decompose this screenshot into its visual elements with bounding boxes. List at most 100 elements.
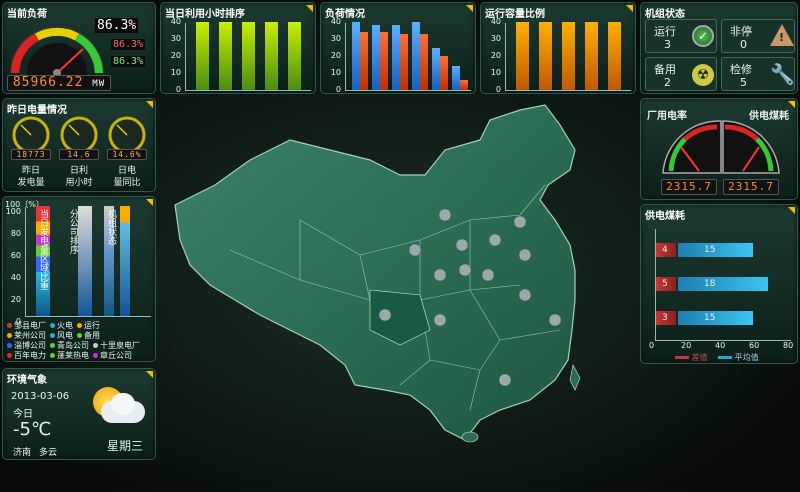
tick-label: 30 — [330, 34, 341, 43]
hours-bar[interactable] — [219, 22, 232, 90]
tick-label: 20 — [681, 341, 692, 350]
load-bar-blue[interactable] — [372, 25, 380, 90]
legend-item: 十里泉电厂 — [93, 341, 140, 350]
capacity-bar[interactable] — [608, 22, 621, 90]
tick-label: 40 — [10, 273, 21, 282]
coal-avg-bar: 18 — [678, 277, 768, 291]
hours-bar[interactable] — [242, 22, 255, 90]
status-label: 非停 — [730, 25, 752, 38]
plant-rate-value: 2315.7 — [661, 179, 717, 195]
load-bar-orange[interactable] — [360, 32, 368, 90]
tick-label: 20 — [10, 295, 21, 304]
panel-corner-icon[interactable] — [626, 5, 633, 12]
load-bar-blue[interactable] — [452, 66, 460, 90]
loadstatus-bar-area — [345, 22, 471, 91]
load-bar-blue[interactable] — [432, 47, 440, 90]
coal-diff-bar: 3 — [656, 311, 676, 325]
weather-city: 济南 — [13, 448, 32, 458]
legend-diff-swatch — [675, 356, 689, 359]
panel-title: 供电煤耗 — [645, 211, 685, 222]
legend-row: 淄博公司 青岛公司 十里泉电厂 — [7, 341, 157, 351]
load-bar-orange[interactable] — [420, 33, 428, 90]
panel-corner-icon[interactable] — [306, 5, 313, 12]
check-gauge-icon: ✓ — [692, 25, 714, 47]
legend-item: 章丘公司 — [93, 351, 132, 360]
load-bar-orange[interactable] — [440, 56, 448, 90]
plant-dual-gauge — [662, 120, 780, 174]
area-share-label: 当日发电量区域比重 — [38, 209, 48, 290]
coal-consumption-panel: 供电煤耗 4 15 5 18 3 15 0 20 40 60 80 差值 平均值 — [640, 204, 798, 364]
legend-avg: 平均值 — [734, 353, 759, 362]
status-value: 0 — [740, 38, 747, 51]
gauge-value: 18773 — [11, 149, 51, 160]
unit-state-label: 机组状态 — [106, 209, 116, 245]
hours-bar[interactable] — [265, 22, 278, 90]
plant-rate-panel: 厂用电率 供电煤耗 2315.7 2315.7 — [640, 98, 798, 200]
yesterday-power-panel: 昨日电量情况 18773 昨日 发电量 14.6 日利 用小时 14.6% 日电 量同比 — [2, 98, 156, 192]
gauge-label: 用小时 — [65, 178, 93, 188]
unit-state-bar-b[interactable] — [120, 206, 130, 316]
legend-row: 邹县电厂 火电 运行 — [7, 321, 157, 331]
weather-weekday: 星期三 — [107, 439, 144, 453]
panel-corner-icon[interactable] — [788, 101, 795, 108]
legend-row: 百年电力 蓬莱热电 章丘公司 — [7, 351, 157, 361]
gauge-label: 发电量 — [17, 178, 45, 188]
unit-status-maintenance[interactable]: 检修 5 🔧 — [721, 57, 795, 91]
load-bar-orange[interactable] — [400, 33, 408, 90]
panel-corner-icon[interactable] — [788, 207, 795, 214]
radiation-icon: ☢ — [692, 64, 714, 86]
tick-label: 10 — [490, 68, 501, 77]
tick-label: 80 — [10, 229, 21, 238]
tick-label: 20 — [330, 51, 341, 60]
coal-bar-row[interactable]: 5 18 — [656, 277, 792, 291]
panel-corner-icon[interactable] — [146, 101, 153, 108]
branch-rank-bar[interactable] — [78, 206, 92, 316]
gauge-value: 14.6% — [107, 149, 147, 160]
legend-item: 火电 — [50, 321, 73, 330]
load-bar-orange[interactable] — [380, 32, 388, 90]
load-percent-green: 86.3% — [111, 56, 146, 67]
tick-label: 40 — [330, 17, 341, 26]
capacity-bar[interactable] — [562, 22, 575, 90]
load-status-panel: 负荷情况 40 30 20 10 0 — [320, 2, 476, 94]
unit-status-standby[interactable]: 备用 2 ☢ — [645, 57, 717, 91]
hours-bar[interactable] — [196, 22, 209, 90]
coal-bar-row[interactable]: 4 15 — [656, 243, 792, 257]
legend-row: 莱州公司 风电 备用 — [7, 331, 157, 341]
hours-bar[interactable] — [288, 22, 301, 90]
capacity-bar[interactable] — [516, 22, 529, 90]
load-value: 85966.22 — [12, 75, 84, 90]
panel-title: 环境气象 — [7, 375, 47, 386]
capacity-bar-area — [505, 22, 631, 91]
panel-corner-icon[interactable] — [146, 371, 153, 378]
yesterday-gauge: 14.6 日利 用小时 — [57, 115, 101, 191]
hours-ticks: 40 30 20 10 0 — [163, 17, 181, 94]
load-gauge — [10, 26, 104, 77]
panel-corner-icon[interactable] — [466, 5, 473, 12]
load-bar-blue[interactable] — [412, 22, 420, 90]
coal-bar-row[interactable]: 3 15 — [656, 311, 792, 325]
legend-item: 风电 — [50, 331, 73, 340]
coal-diff-bar: 4 — [656, 243, 676, 257]
load-value-display: 85966.22 MW — [7, 75, 111, 91]
status-value: 2 — [664, 76, 671, 89]
tick-label: 60 — [749, 341, 760, 350]
tick-label: 40 — [490, 17, 501, 26]
coal-diff-bar: 5 — [656, 277, 676, 291]
vbar-plot: 当日发电量区域比重 分公司排序 机组状态 — [25, 206, 151, 317]
warning-mark: ! — [779, 31, 785, 44]
tick-label: 80 — [783, 341, 794, 350]
unit-status-running[interactable]: 运行 3 ✓ — [645, 19, 717, 53]
unit-status-forced-stop[interactable]: 非停 0 ! — [721, 19, 795, 53]
tick-label: 10 — [170, 68, 181, 77]
capacity-bar[interactable] — [585, 22, 598, 90]
load-bar-blue[interactable] — [352, 22, 360, 90]
capacity-bar[interactable] — [539, 22, 552, 90]
panel-corner-icon[interactable] — [146, 199, 153, 206]
status-value: 5 — [740, 76, 747, 89]
load-bar-blue[interactable] — [392, 25, 400, 90]
legend-item: 淄博公司 — [7, 341, 46, 350]
weather-condition: 多云 — [39, 448, 58, 458]
load-bar-orange[interactable] — [460, 79, 468, 90]
coal-avg-bar: 15 — [678, 311, 753, 325]
